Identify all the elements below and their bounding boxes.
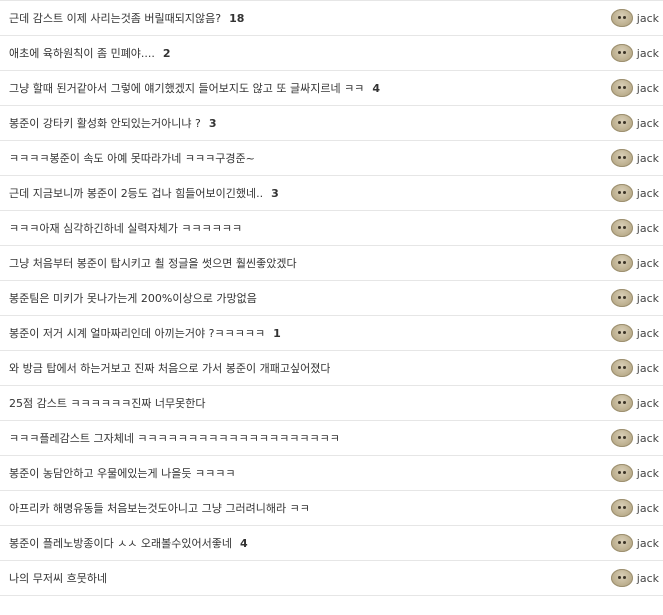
dog-avatar-icon <box>610 464 633 482</box>
post-title-link[interactable]: ㅋㅋㅋㅋ봉준이 속도 아예 못따라가네 ㅋㅋㅋ구경준~ <box>0 150 255 166</box>
author-name[interactable]: jack <box>637 47 659 60</box>
author[interactable]: jack <box>610 456 659 490</box>
list-item[interactable]: 그냥 처음부터 봉준이 탑시키고 쵤 정글을 썻으면 훨씬좋았겠다 jack <box>0 246 663 281</box>
dog-avatar-icon <box>610 569 633 587</box>
author-name[interactable]: jack <box>637 327 659 340</box>
author-name[interactable]: jack <box>637 152 659 165</box>
author[interactable]: jack <box>610 491 659 525</box>
post-title-link[interactable]: ㅋㅋㅋ아재 심각하긴하네 실력자체가 ㅋㅋㅋㅋㅋㅋ <box>0 220 242 236</box>
dog-avatar-icon <box>610 289 633 307</box>
author[interactable]: jack <box>610 1 659 35</box>
list-item[interactable]: 근데 지금보니까 봉준이 2등도 겁나 힘들어보이긴했네.. 3 jack <box>0 176 663 211</box>
post-title-link[interactable]: 와 방금 탑에서 하는거보고 진짜 처음으로 가서 봉준이 개패고싶어졌다 <box>0 360 330 376</box>
list-item[interactable]: 봉준이 강타키 활성화 안되있는거아니냐 ? 3 jack <box>0 106 663 141</box>
reply-count: 18 <box>229 11 245 25</box>
dog-avatar-icon <box>610 184 633 202</box>
post-title-link[interactable]: 봉준이 저거 시계 얼마짜리인데 아끼는거야 ?ㅋㅋㅋㅋㅋ <box>0 325 265 341</box>
post-title-link[interactable]: 근데 감스트 이제 사리는것좀 버릴때되지않음? <box>0 10 221 26</box>
list-item[interactable]: 봉준이 저거 시계 얼마짜리인데 아끼는거야 ?ㅋㅋㅋㅋㅋ 1 jack <box>0 316 663 351</box>
list-item[interactable]: 봉준이 플레노방종이다 ㅅㅅ 오래볼수있어서좋네 4 jack <box>0 526 663 561</box>
dog-avatar-icon <box>610 324 633 342</box>
dog-avatar-icon <box>610 79 633 97</box>
dog-avatar-icon <box>610 114 633 132</box>
author[interactable]: jack <box>610 176 659 210</box>
author[interactable]: jack <box>610 211 659 245</box>
author-name[interactable]: jack <box>637 432 659 445</box>
author-name[interactable]: jack <box>637 187 659 200</box>
post-title-link[interactable]: 그냥 할때 된거같아서 그렇에 얘기했겠지 들어보지도 않고 또 글싸지르네 ㅋ… <box>0 80 364 96</box>
dog-avatar-icon <box>610 429 633 447</box>
post-title-link[interactable]: 나의 무저씨 흐뭇하네 <box>0 570 107 586</box>
post-title-link[interactable]: 근데 지금보니까 봉준이 2등도 겁나 힘들어보이긴했네.. <box>0 185 263 201</box>
dog-avatar-icon <box>610 499 633 517</box>
author[interactable]: jack <box>610 246 659 280</box>
list-item[interactable]: 봉준팀은 미키가 못나가는게 200%이상으로 가망없음 jack <box>0 281 663 316</box>
author[interactable]: jack <box>610 351 659 385</box>
dog-avatar-icon <box>610 9 633 27</box>
post-title-link[interactable]: 봉준이 농담안하고 우물에있는게 나을듯 ㅋㅋㅋㅋ <box>0 465 236 481</box>
post-title-link[interactable]: 봉준팀은 미키가 못나가는게 200%이상으로 가망없음 <box>0 290 257 306</box>
reply-count: 1 <box>273 326 281 340</box>
reply-count: 4 <box>240 536 248 550</box>
list-item[interactable]: 아프리카 해명유동들 처음보는것도아니고 그냥 그러려니해라 ㅋㅋ jack <box>0 491 663 526</box>
post-title-link[interactable]: 봉준이 플레노방종이다 ㅅㅅ 오래볼수있어서좋네 <box>0 535 232 551</box>
author-name[interactable]: jack <box>637 222 659 235</box>
author[interactable]: jack <box>610 281 659 315</box>
author[interactable]: jack <box>610 316 659 350</box>
dog-avatar-icon <box>610 219 633 237</box>
list-item[interactable]: 25점 감스트 ㅋㅋㅋㅋㅋㅋ진짜 너무못한다 jack <box>0 386 663 421</box>
dog-avatar-icon <box>610 534 633 552</box>
list-item[interactable]: 봉준이 농담안하고 우물에있는게 나을듯 ㅋㅋㅋㅋ jack <box>0 456 663 491</box>
author-name[interactable]: jack <box>637 467 659 480</box>
post-title-link[interactable]: 아프리카 해명유동들 처음보는것도아니고 그냥 그러려니해라 ㅋㅋ <box>0 500 310 516</box>
list-item[interactable]: ㅋㅋㅋㅋ봉준이 속도 아예 못따라가네 ㅋㅋㅋ구경준~ jack <box>0 141 663 176</box>
list-item[interactable]: 나의 무저씨 흐뭇하네 jack <box>0 561 663 596</box>
reply-count: 3 <box>208 116 217 130</box>
reply-count: 3 <box>271 186 279 200</box>
author[interactable]: jack <box>610 141 659 175</box>
post-title-link[interactable]: 그냥 처음부터 봉준이 탑시키고 쵤 정글을 썻으면 훨씬좋았겠다 <box>0 255 297 271</box>
author-name[interactable]: jack <box>637 397 659 410</box>
author-name[interactable]: jack <box>637 537 659 550</box>
author-name[interactable]: jack <box>637 502 659 515</box>
comment-list: 근데 감스트 이제 사리는것좀 버릴때되지않음? 18 jack 애초에 육하원… <box>0 0 663 596</box>
list-item[interactable]: ㅋㅋㅋ아재 심각하긴하네 실력자체가 ㅋㅋㅋㅋㅋㅋ jack <box>0 211 663 246</box>
author[interactable]: jack <box>610 71 659 105</box>
author-name[interactable]: jack <box>637 82 659 95</box>
post-title-link[interactable]: 봉준이 강타키 활성화 안되있는거아니냐 ? <box>0 115 201 131</box>
list-item[interactable]: 애초에 육하원칙이 좀 민폐야.... 2 jack <box>0 36 663 71</box>
dog-avatar-icon <box>610 394 633 412</box>
author-name[interactable]: jack <box>637 117 659 130</box>
reply-count: 2 <box>162 46 171 60</box>
post-title-link[interactable]: 애초에 육하원칙이 좀 민폐야.... <box>0 45 155 61</box>
reply-count: 4 <box>372 81 380 95</box>
list-item[interactable]: 그냥 할때 된거같아서 그렇에 얘기했겠지 들어보지도 않고 또 글싸지르네 ㅋ… <box>0 71 663 106</box>
dog-avatar-icon <box>610 149 633 167</box>
post-title-link[interactable]: 25점 감스트 ㅋㅋㅋㅋㅋㅋ진짜 너무못한다 <box>0 395 206 411</box>
author[interactable]: jack <box>610 526 659 560</box>
author[interactable]: jack <box>610 421 659 455</box>
author-name[interactable]: jack <box>637 12 659 25</box>
list-item[interactable]: 와 방금 탑에서 하는거보고 진짜 처음으로 가서 봉준이 개패고싶어졌다 ja… <box>0 351 663 386</box>
dog-avatar-icon <box>610 254 633 272</box>
author-name[interactable]: jack <box>637 572 659 585</box>
dog-avatar-icon <box>610 359 633 377</box>
author[interactable]: jack <box>610 386 659 420</box>
author[interactable]: jack <box>610 36 659 70</box>
post-title-link[interactable]: ㅋㅋㅋ플레감스트 그자체네 ㅋㅋㅋㅋㅋㅋㅋㅋㅋㅋㅋㅋㅋㅋㅋㅋㅋㅋㅋㅋ <box>0 430 340 446</box>
author-name[interactable]: jack <box>637 362 659 375</box>
author-name[interactable]: jack <box>637 292 659 305</box>
author-name[interactable]: jack <box>637 257 659 270</box>
author[interactable]: jack <box>610 561 659 595</box>
list-item[interactable]: 근데 감스트 이제 사리는것좀 버릴때되지않음? 18 jack <box>0 1 663 36</box>
dog-avatar-icon <box>610 44 633 62</box>
author[interactable]: jack <box>610 106 659 140</box>
list-item[interactable]: ㅋㅋㅋ플레감스트 그자체네 ㅋㅋㅋㅋㅋㅋㅋㅋㅋㅋㅋㅋㅋㅋㅋㅋㅋㅋㅋㅋ jack <box>0 421 663 456</box>
